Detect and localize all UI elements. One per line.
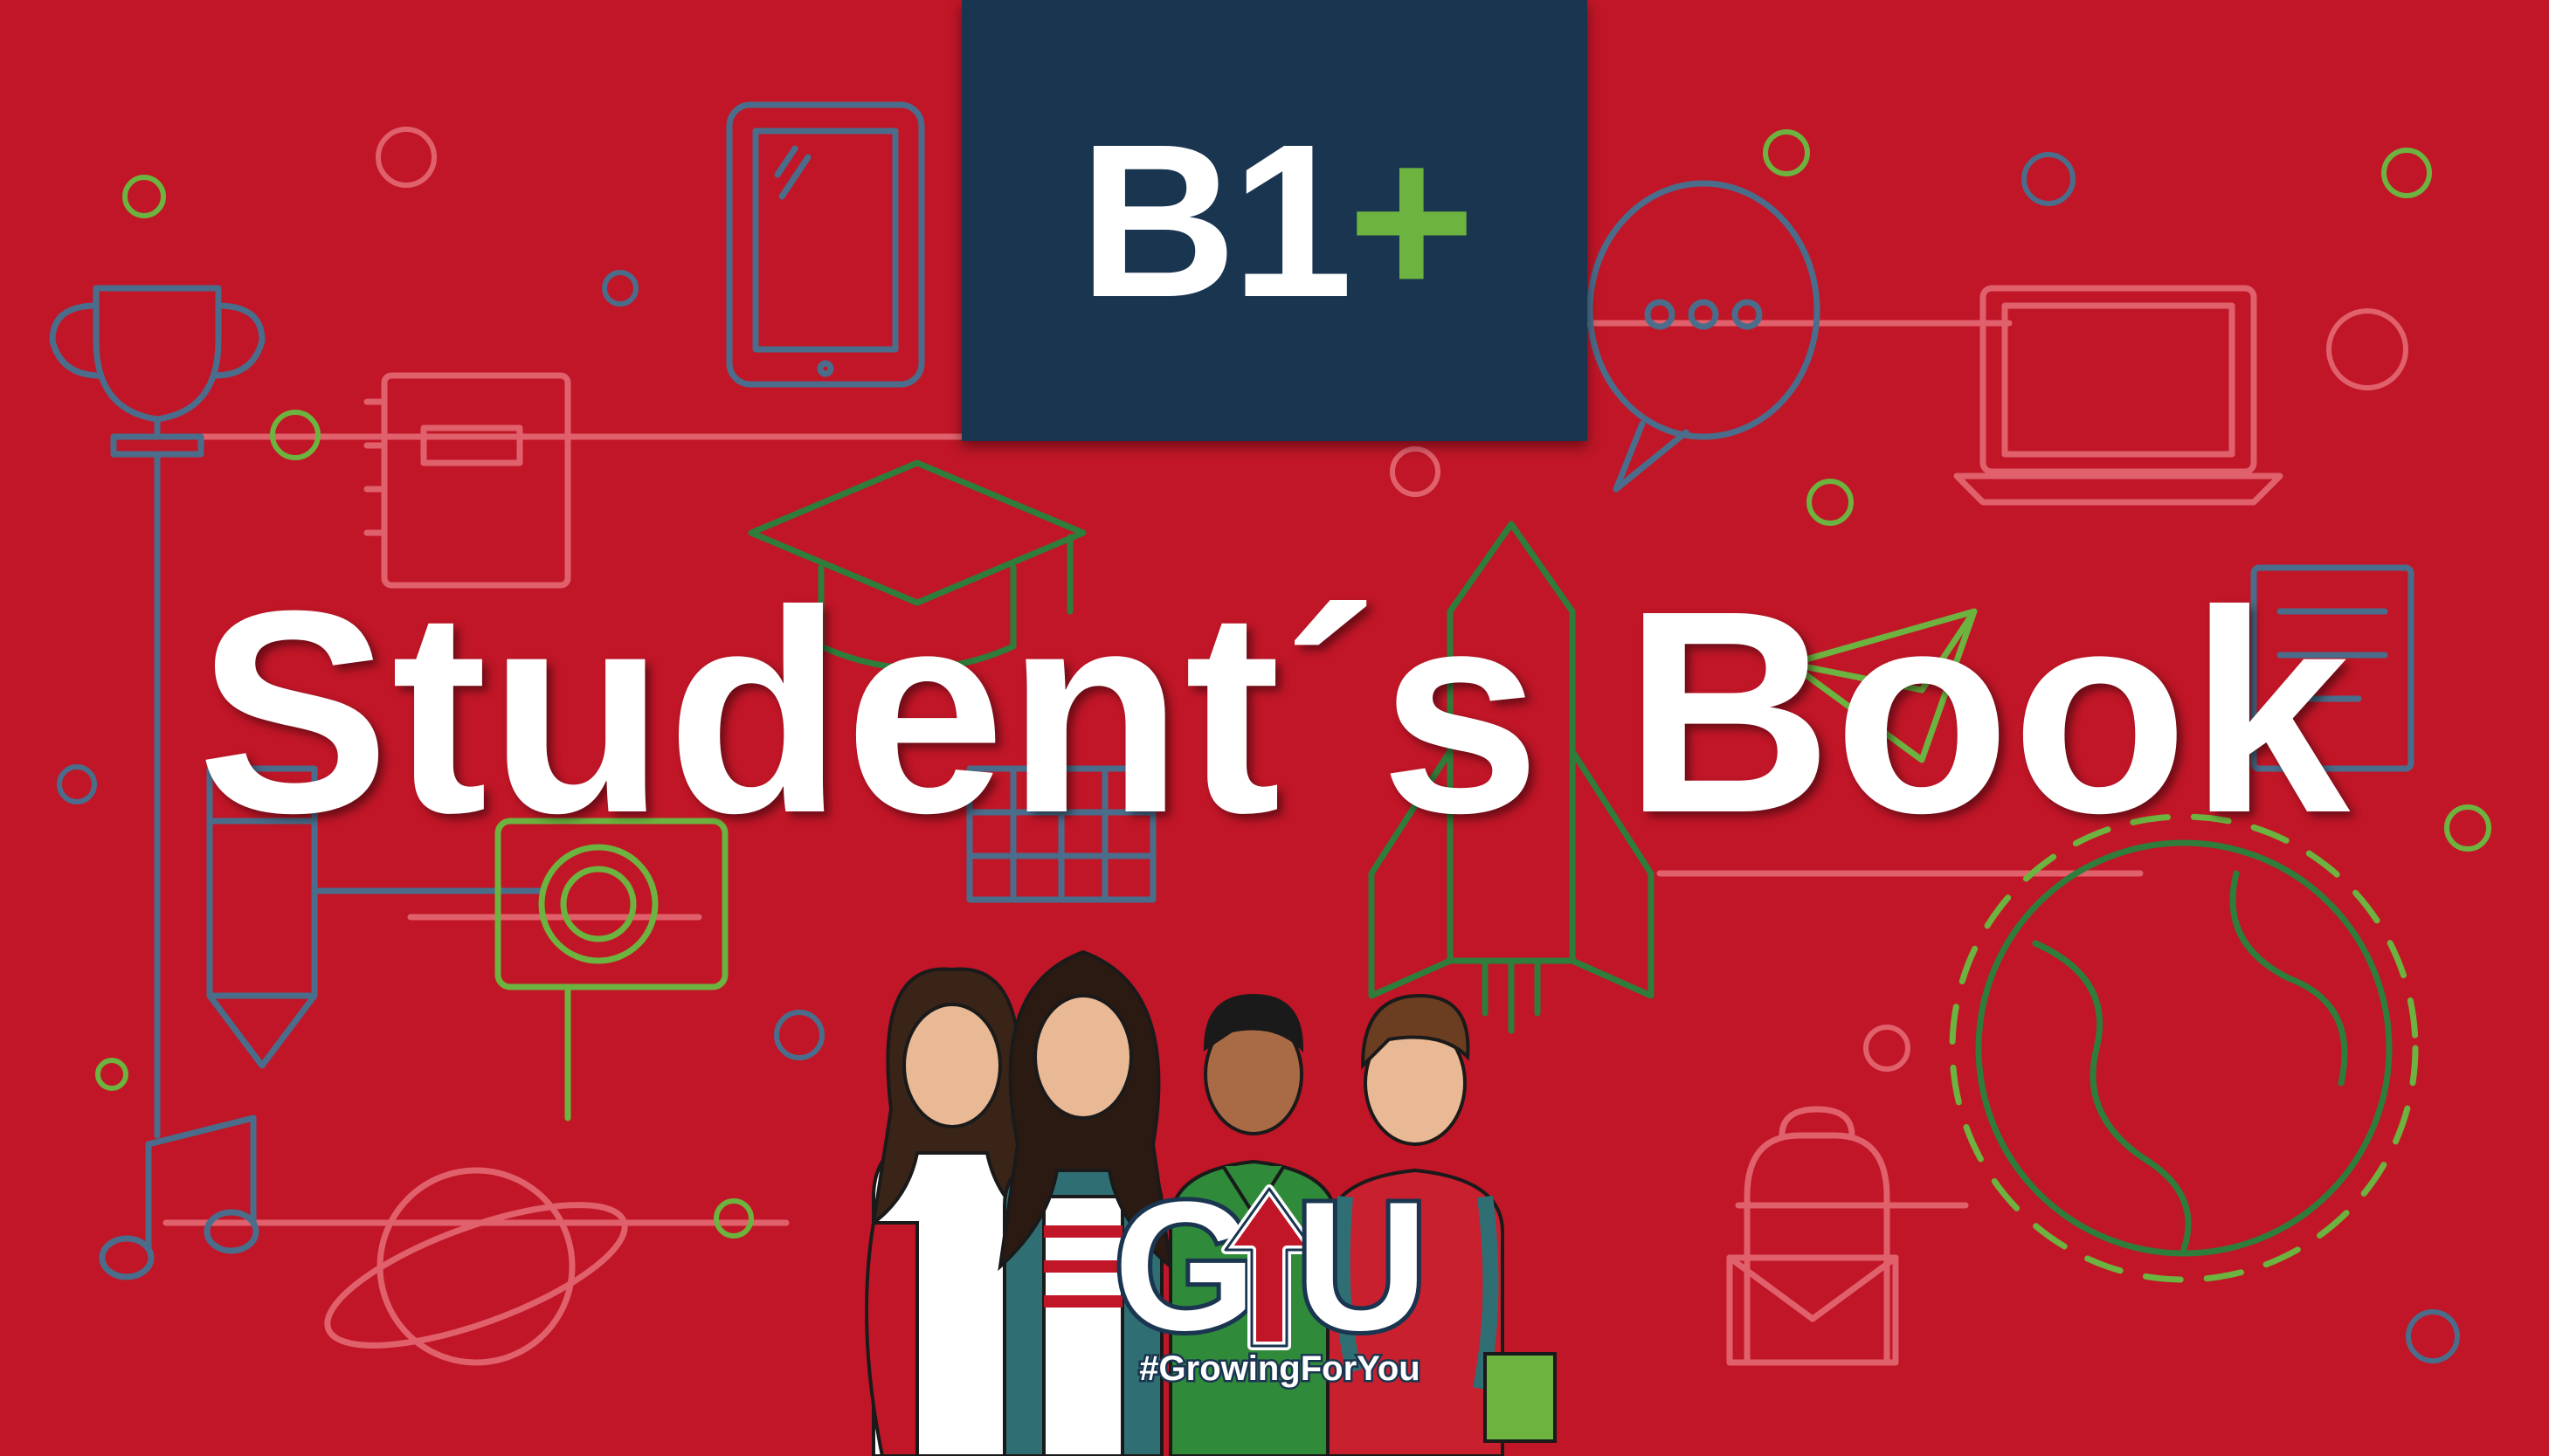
tablet-icon — [726, 101, 925, 388]
music-note-icon — [99, 1114, 259, 1280]
laptop-icon — [1953, 285, 2283, 506]
level-plus: + — [1347, 98, 1475, 342]
envelope-icon — [1726, 1254, 1899, 1366]
logo-letter-u: U — [1291, 1163, 1433, 1369]
chat-bubble-icon — [1586, 180, 1820, 493]
g4u-logo: G U #GrowingForYou — [1105, 1163, 1454, 1411]
backpack-icon — [1744, 1106, 1890, 1366]
level-main: B1 — [1079, 98, 1353, 342]
planet-icon — [324, 1167, 628, 1366]
level-badge: B1+ — [962, 0, 1587, 441]
level-label: B1+ — [1079, 111, 1475, 330]
globe-icon — [1949, 813, 2419, 1283]
book-title: Student´s Book — [197, 550, 2352, 873]
logo-hashtag: #GrowingForYou — [1137, 1348, 1422, 1390]
